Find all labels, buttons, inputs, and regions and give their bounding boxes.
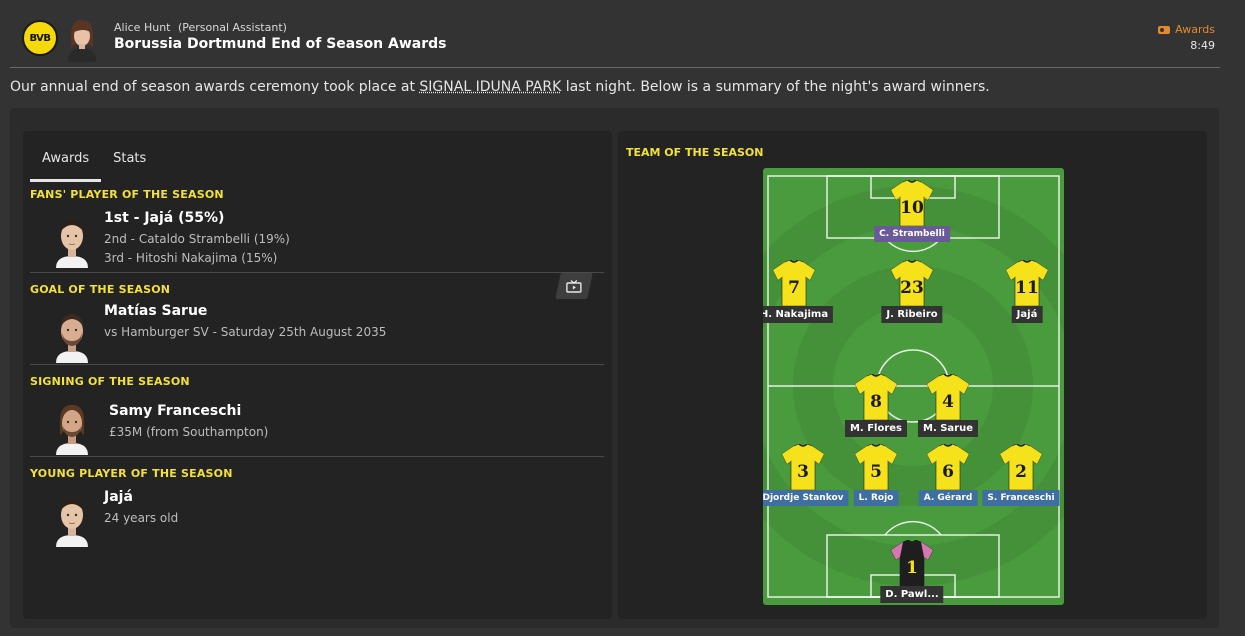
team-of-season-card: TEAM OF THE SEASON 10 C. Strambelli 7 H. Na… bbox=[618, 131, 1207, 619]
shirt-number: 4 bbox=[942, 392, 954, 412]
signing-player[interactable]: Samy Franceschi bbox=[109, 403, 241, 419]
fans-second[interactable]: 2nd - Cataldo Strambelli (19%) bbox=[104, 232, 290, 246]
shirt-number: 2 bbox=[1015, 462, 1027, 482]
shirt-icon: 2 bbox=[999, 444, 1043, 490]
stadium-link[interactable]: SIGNAL IDUNA PARK bbox=[419, 79, 561, 95]
divider bbox=[30, 272, 604, 273]
award-title: GOAL OF THE SEASON bbox=[30, 283, 171, 296]
shirt-icon: 3 bbox=[781, 444, 825, 490]
tab-stats[interactable]: Stats bbox=[101, 145, 158, 182]
intro-before: Our annual end of season awards ceremony… bbox=[10, 79, 420, 95]
shirt-number: 5 bbox=[870, 462, 882, 482]
divider bbox=[30, 364, 604, 365]
award-title: YOUNG PLAYER OF THE SEASON bbox=[30, 467, 233, 480]
player-name-label[interactable]: Jajá bbox=[1011, 306, 1043, 323]
shirt-number: 10 bbox=[900, 198, 924, 218]
shirt-icon: 23 bbox=[890, 260, 934, 306]
sender-role: (Personal Assistant) bbox=[177, 21, 287, 34]
sender-name[interactable]: Alice Hunt bbox=[114, 21, 170, 34]
pitch-player[interactable]: 2 S. Franceschi bbox=[981, 444, 1061, 518]
player-face-sarue[interactable] bbox=[54, 309, 90, 363]
football-pitch: 10 C. Strambelli 7 H. Nakajima 23 J. Ribeiro 1… bbox=[763, 168, 1064, 605]
message-time: 8:49 bbox=[1190, 39, 1215, 52]
shirt-number: 7 bbox=[788, 278, 800, 298]
fans-third[interactable]: 3rd - Hitoshi Nakajima (15%) bbox=[104, 251, 277, 265]
team-of-season-title: TEAM OF THE SEASON bbox=[626, 146, 764, 159]
player-name-label[interactable]: J. Ribeiro bbox=[881, 306, 943, 323]
shirt-number: 6 bbox=[942, 462, 954, 482]
pitch-player[interactable]: 3 Djordje Stankov bbox=[763, 444, 849, 518]
goal-player[interactable]: Matías Sarue bbox=[104, 303, 207, 319]
header-divider bbox=[10, 67, 1220, 68]
shirt-number: 8 bbox=[870, 392, 882, 412]
shirt-icon: 1 bbox=[890, 540, 934, 586]
pitch-player[interactable]: 8 M. Flores bbox=[836, 374, 916, 448]
award-goal: GOAL OF THE SEASON Matías Sarue vs Hambu… bbox=[30, 273, 604, 365]
pitch-player[interactable]: 7 H. Nakajima bbox=[763, 260, 834, 334]
pitch-player[interactable]: 10 C. Strambelli bbox=[872, 180, 952, 254]
player-face-franceschi[interactable] bbox=[54, 401, 90, 455]
goal-detail[interactable]: vs Hamburger SV - Saturday 25th August 2… bbox=[104, 325, 386, 339]
shirt-icon: 7 bbox=[772, 260, 816, 306]
tag-icon bbox=[1158, 25, 1171, 34]
young-detail: 24 years old bbox=[104, 511, 179, 525]
player-face-jaja[interactable] bbox=[54, 214, 90, 268]
sender-line: Alice Hunt (Personal Assistant) bbox=[114, 21, 287, 34]
sender-avatar[interactable] bbox=[62, 18, 102, 62]
player-name-label[interactable]: L. Rojo bbox=[853, 490, 899, 506]
shirt-number: 1 bbox=[906, 558, 918, 578]
player-name-label[interactable]: D. Pawl... bbox=[880, 586, 944, 603]
club-badge-text: BVB bbox=[29, 32, 51, 44]
award-young-player: YOUNG PLAYER OF THE SEASON Jajá 24 years… bbox=[30, 467, 604, 549]
tab-awards[interactable]: Awards bbox=[30, 145, 102, 182]
shirt-icon: 5 bbox=[854, 444, 898, 490]
award-fans-player: FANS' PLAYER OF THE SEASON 1st - Jajá (5… bbox=[30, 188, 604, 273]
pitch-player[interactable]: 23 J. Ribeiro bbox=[872, 260, 952, 334]
player-name-label[interactable]: A. Gérard bbox=[918, 490, 978, 506]
shirt-number: 3 bbox=[797, 462, 809, 482]
shirt-icon: 8 bbox=[854, 374, 898, 420]
player-name-label[interactable]: S. Franceschi bbox=[982, 490, 1060, 506]
intro-text: Our annual end of season awards ceremony… bbox=[10, 79, 990, 95]
divider bbox=[30, 456, 604, 457]
player-face-jaja[interactable] bbox=[54, 493, 90, 547]
tv-icon bbox=[566, 279, 582, 293]
shirt-icon: 11 bbox=[1005, 260, 1049, 306]
award-title: FANS' PLAYER OF THE SEASON bbox=[30, 188, 224, 201]
intro-after: last night. Below is a summary of the ni… bbox=[561, 79, 990, 95]
awards-tag[interactable]: Awards bbox=[1158, 23, 1215, 36]
tag-label: Awards bbox=[1175, 23, 1215, 36]
fans-first[interactable]: 1st - Jajá (55%) bbox=[104, 210, 224, 226]
awards-card: Awards Stats FANS' PLAYER OF THE SEASON … bbox=[23, 131, 612, 619]
message-header: BVB Alice Hunt (Personal Assistant) Boru… bbox=[0, 0, 1245, 68]
player-name-label[interactable]: M. Sarue bbox=[917, 420, 979, 437]
shirt-icon: 10 bbox=[890, 180, 934, 226]
tab-bar: Awards Stats bbox=[30, 145, 158, 182]
shirt-icon: 6 bbox=[926, 444, 970, 490]
shirt-icon: 4 bbox=[926, 374, 970, 420]
shirt-number: 11 bbox=[1015, 278, 1039, 298]
pitch-player[interactable]: 4 M. Sarue bbox=[908, 374, 988, 448]
player-name-label[interactable]: M. Flores bbox=[844, 420, 908, 437]
watch-goal-button[interactable] bbox=[555, 273, 593, 299]
message-title: Borussia Dortmund End of Season Awards bbox=[114, 36, 447, 52]
player-name-label[interactable]: H. Nakajima bbox=[763, 306, 834, 323]
young-player[interactable]: Jajá bbox=[104, 489, 133, 505]
shirt-number: 23 bbox=[900, 278, 924, 298]
pitch-player[interactable]: 6 A. Gérard bbox=[908, 444, 988, 518]
pitch-player[interactable]: 11 Jajá bbox=[987, 260, 1064, 334]
club-badge-icon[interactable]: BVB bbox=[22, 20, 58, 56]
pitch-player[interactable]: 1 D. Pawl... bbox=[872, 540, 952, 605]
award-signing: SIGNING OF THE SEASON Samy Franceschi £3… bbox=[30, 375, 604, 457]
pitch-player[interactable]: 5 L. Rojo bbox=[836, 444, 916, 518]
award-title: SIGNING OF THE SEASON bbox=[30, 375, 190, 388]
player-name-label[interactable]: C. Strambelli bbox=[874, 226, 950, 242]
signing-detail[interactable]: £35M (from Southampton) bbox=[109, 425, 268, 439]
